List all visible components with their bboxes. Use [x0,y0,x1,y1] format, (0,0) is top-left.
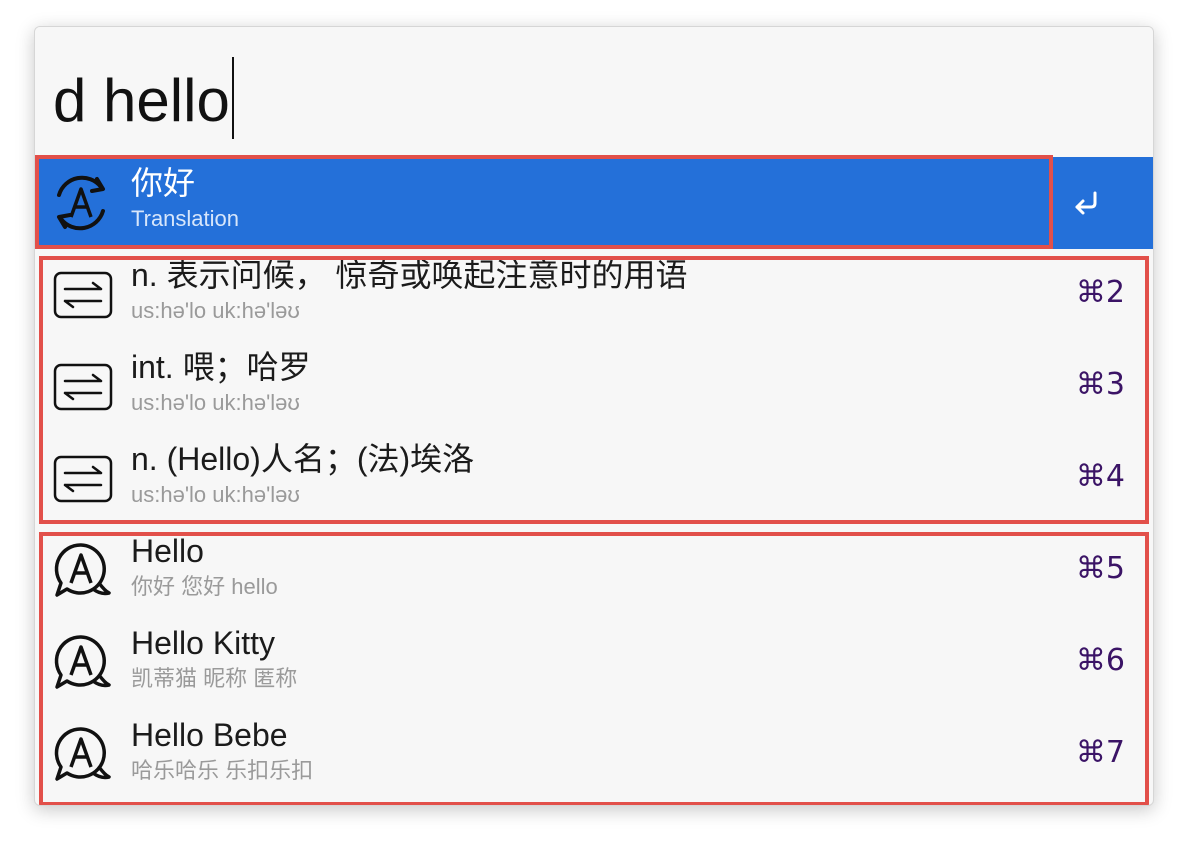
annotation-box-definitions [39,256,1149,524]
annotation-box-suggestions [39,532,1149,805]
launcher-window: d hello 你好 Translation n. 表示问候， 惊奇或唤起注意时… [34,26,1154,806]
annotation-box-translation [35,155,1053,249]
search-box[interactable]: d hello [35,27,1153,157]
return-icon [1075,191,1097,215]
text-caret [231,57,234,139]
search-query: d hello [53,67,230,134]
search-input[interactable]: d hello [53,57,234,139]
